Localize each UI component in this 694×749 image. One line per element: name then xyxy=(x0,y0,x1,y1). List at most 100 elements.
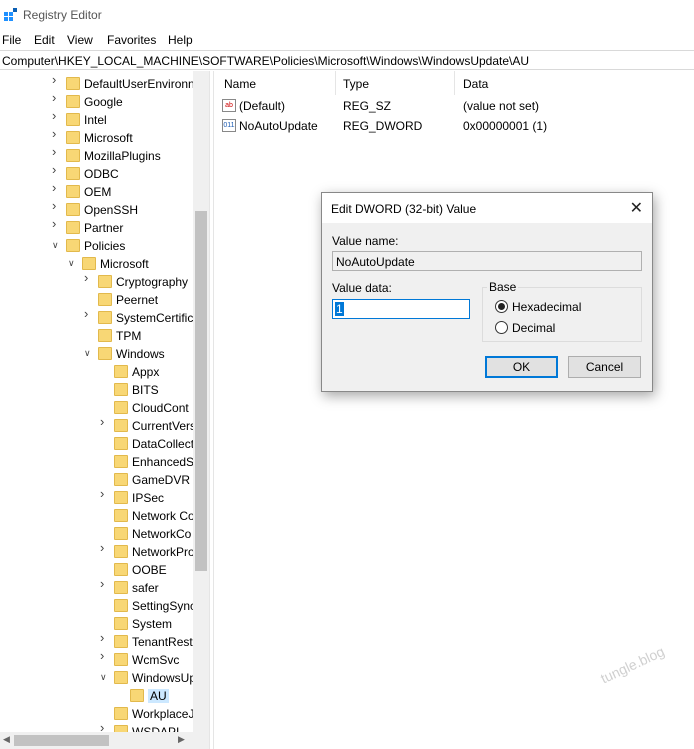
tree-item[interactable]: › Google xyxy=(0,91,193,111)
chevron-right-icon[interactable]: › xyxy=(52,145,60,158)
tree-item-label: AU xyxy=(148,689,169,703)
chevron-right-icon[interactable]: › xyxy=(100,577,108,590)
tree-item[interactable]: › Cryptography xyxy=(0,271,193,291)
tree-item[interactable]: AU xyxy=(0,687,193,705)
chevron-right-icon[interactable]: › xyxy=(52,127,60,140)
menu-file[interactable]: File xyxy=(2,33,21,47)
tree-item[interactable]: ∨ Windows xyxy=(0,345,193,363)
tree-item[interactable]: › CurrentVers xyxy=(0,415,196,435)
chevron-right-icon[interactable]: › xyxy=(52,91,60,104)
chevron-right-icon[interactable]: › xyxy=(100,631,108,644)
tree-vertical-scrollbar[interactable] xyxy=(193,71,209,732)
dialog-title-bar[interactable]: Edit DWORD (32-bit) Value ✕ xyxy=(322,193,652,223)
chevron-right-icon[interactable]: › xyxy=(52,163,60,176)
tree-item[interactable]: System xyxy=(0,615,193,633)
tree-item[interactable]: Appx xyxy=(0,363,193,381)
tree-item[interactable]: › Microsoft xyxy=(0,127,193,147)
folder-icon xyxy=(98,275,112,288)
hexadecimal-label[interactable]: Hexadecimal xyxy=(512,300,581,314)
tree-item[interactable]: DataCollect xyxy=(0,435,195,453)
value-type: REG_SZ xyxy=(343,99,392,113)
close-icon[interactable]: ✕ xyxy=(630,198,643,218)
scroll-right-arrow-icon[interactable]: ▶ xyxy=(178,734,185,745)
chevron-right-icon[interactable]: › xyxy=(100,649,108,662)
tree-item-label: Google xyxy=(84,95,123,109)
tree-item[interactable]: OOBE xyxy=(0,561,193,579)
chevron-right-icon[interactable]: › xyxy=(52,73,60,86)
column-header-name[interactable]: Name xyxy=(224,77,256,91)
tree-item[interactable]: GameDVR xyxy=(0,471,193,489)
chevron-right-icon[interactable]: › xyxy=(52,199,60,212)
chevron-right-icon[interactable]: › xyxy=(100,541,108,554)
chevron-right-icon[interactable]: › xyxy=(52,217,60,230)
value-data: 0x00000001 (1) xyxy=(463,119,548,133)
hexadecimal-radio[interactable] xyxy=(495,300,508,313)
menu-help[interactable]: Help xyxy=(168,33,193,47)
menu-edit[interactable]: Edit xyxy=(34,33,55,47)
chevron-right-icon[interactable]: › xyxy=(52,109,60,122)
chevron-right-icon[interactable]: › xyxy=(100,487,108,500)
tree-item[interactable]: › ODBC xyxy=(0,163,193,183)
folder-icon xyxy=(114,401,128,414)
chevron-right-icon[interactable]: › xyxy=(52,181,60,194)
scroll-thumb[interactable] xyxy=(195,211,207,571)
chevron-down-icon[interactable]: ∨ xyxy=(68,259,76,268)
tree-item[interactable]: BITS xyxy=(0,381,193,399)
tree-item[interactable]: › TenantRestr xyxy=(0,631,197,651)
tree-horizontal-scrollbar[interactable]: ◀ ▶ xyxy=(0,732,209,749)
chevron-right-icon[interactable]: › xyxy=(100,721,108,732)
column-divider[interactable] xyxy=(335,71,336,95)
value-data-input[interactable]: 1 xyxy=(332,299,470,319)
cancel-button[interactable]: Cancel xyxy=(568,356,641,378)
tree-item[interactable]: › OpenSSH xyxy=(0,199,193,219)
tree-item[interactable]: WorkplaceJ xyxy=(0,705,194,723)
menu-view[interactable]: View xyxy=(67,33,93,47)
tree-item[interactable]: › OEM xyxy=(0,181,193,201)
value-name: NoAutoUpdate xyxy=(239,119,318,133)
tree-item[interactable]: CloudCont xyxy=(0,399,193,417)
tree-item[interactable]: NetworkCo xyxy=(0,525,193,543)
column-divider[interactable] xyxy=(454,71,455,95)
value-row[interactable]: 011 NoAutoUpdate REG_DWORD 0x00000001 (1… xyxy=(214,116,694,136)
tree-item[interactable]: Peernet xyxy=(0,291,193,309)
decimal-label[interactable]: Decimal xyxy=(512,321,555,335)
tree-item[interactable]: › IPSec xyxy=(0,487,193,507)
tree-item[interactable]: › SystemCertific xyxy=(0,307,193,327)
tree-item[interactable]: ∨ WindowsUp xyxy=(0,669,196,687)
tree-item[interactable]: ∨ Microsoft xyxy=(0,255,193,273)
chevron-down-icon[interactable]: ∨ xyxy=(100,673,108,682)
address-bar[interactable]: Computer\HKEY_LOCAL_MACHINE\SOFTWARE\Pol… xyxy=(0,50,694,70)
tree-item[interactable]: › Partner xyxy=(0,217,193,237)
column-header-data[interactable]: Data xyxy=(463,77,488,91)
tree-item[interactable]: › NetworkPro xyxy=(0,541,195,561)
chevron-right-icon[interactable]: › xyxy=(100,415,108,428)
tree-item[interactable]: SettingSync xyxy=(0,597,196,615)
tree-item[interactable]: Network Co xyxy=(0,507,195,525)
tree-item[interactable]: › MozillaPlugins xyxy=(0,145,193,165)
tree-item[interactable]: TPM xyxy=(0,327,193,345)
tree-item[interactable]: › Intel xyxy=(0,109,193,129)
chevron-right-icon[interactable]: › xyxy=(84,307,92,320)
column-header-type[interactable]: Type xyxy=(343,77,369,91)
tree-item[interactable]: › WcmSvc xyxy=(0,649,193,669)
scroll-thumb[interactable] xyxy=(14,735,109,746)
decimal-radio[interactable] xyxy=(495,321,508,334)
menu-favorites[interactable]: Favorites xyxy=(107,33,156,47)
scroll-left-arrow-icon[interactable]: ◀ xyxy=(3,734,10,745)
chevron-right-icon[interactable]: › xyxy=(84,271,92,284)
folder-icon xyxy=(114,419,128,432)
folder-icon xyxy=(114,707,128,720)
chevron-down-icon[interactable]: ∨ xyxy=(52,241,60,250)
tree-item-label: Cryptography xyxy=(116,275,189,289)
tree-item[interactable]: › safer xyxy=(0,577,193,597)
tree-item[interactable]: › WSDAPI xyxy=(0,721,193,732)
folder-icon xyxy=(114,455,128,468)
ok-button[interactable]: OK xyxy=(485,356,558,378)
tree-item-label: DataCollect xyxy=(132,437,195,451)
tree-item[interactable]: EnhancedS xyxy=(0,453,194,471)
value-row[interactable]: ab (Default) REG_SZ (value not set) xyxy=(214,96,694,116)
folder-icon xyxy=(66,203,80,216)
chevron-down-icon[interactable]: ∨ xyxy=(84,349,92,358)
tree-item[interactable]: ∨ Policies xyxy=(0,237,193,255)
tree-item[interactable]: › DefaultUserEnvironn xyxy=(0,73,195,93)
